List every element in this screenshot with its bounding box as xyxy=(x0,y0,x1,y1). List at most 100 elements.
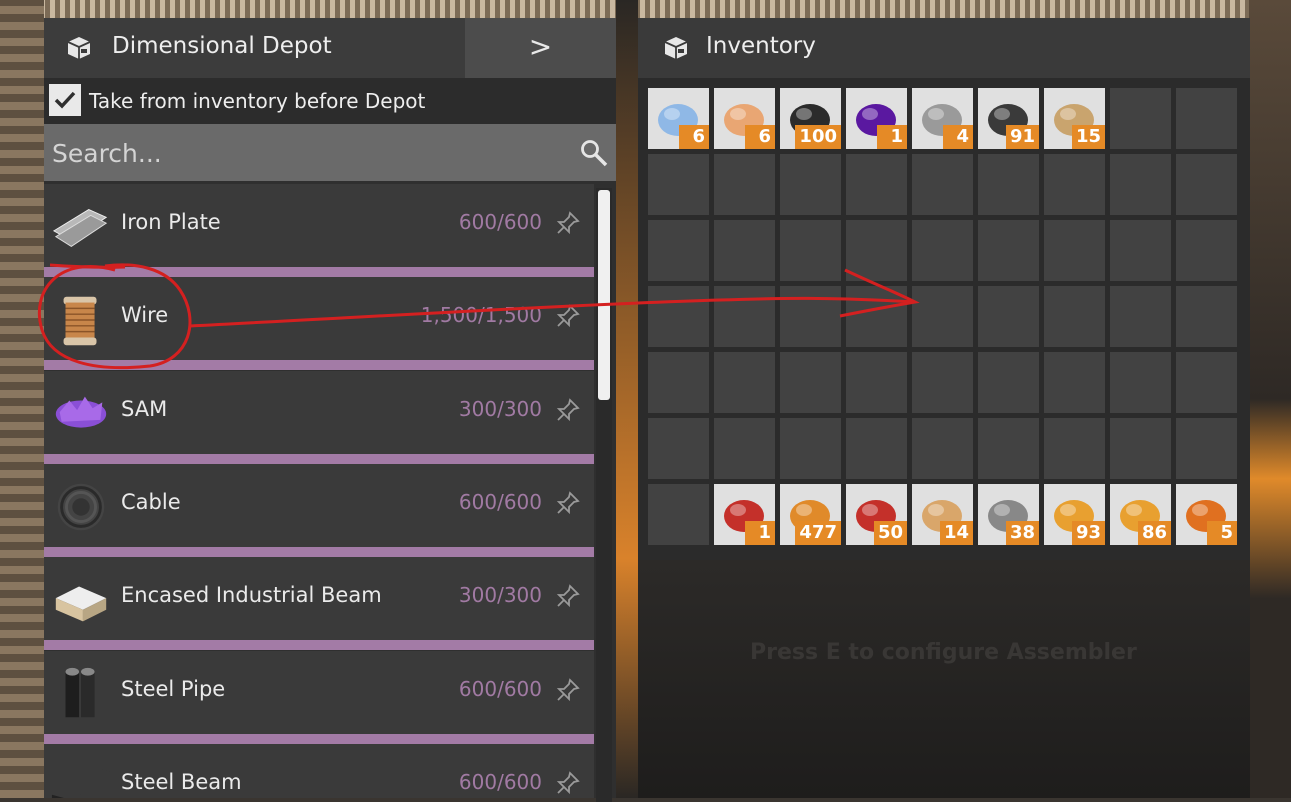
inventory-slot-empty[interactable] xyxy=(780,220,841,281)
inventory-slot-leaves[interactable]: 91 xyxy=(978,88,1039,149)
inventory-slot-empty[interactable] xyxy=(912,286,973,347)
inventory-slot-empty[interactable] xyxy=(648,418,709,479)
inventory-slot-empty[interactable] xyxy=(978,286,1039,347)
inventory-slot-empty[interactable] xyxy=(846,154,907,215)
depot-capacity-bar xyxy=(44,733,594,744)
background-machinery-right xyxy=(1249,0,1291,798)
inventory-slot-empty[interactable] xyxy=(846,352,907,413)
inventory-slot-wood[interactable]: 15 xyxy=(1044,88,1105,149)
pin-icon[interactable] xyxy=(556,211,580,235)
inventory-slot-empty[interactable] xyxy=(912,418,973,479)
depot-expand-button[interactable]: > xyxy=(465,18,616,78)
depot-item-name: Steel Beam xyxy=(121,769,242,794)
inventory-slot-empty[interactable] xyxy=(780,352,841,413)
inventory-slot-empty[interactable] xyxy=(648,484,709,545)
pin-icon[interactable] xyxy=(556,491,580,515)
inventory-slot-empty[interactable] xyxy=(648,220,709,281)
inventory-slot-empty[interactable] xyxy=(780,154,841,215)
pin-icon[interactable] xyxy=(556,397,580,422)
inventory-slot-empty[interactable] xyxy=(912,352,973,413)
inventory-slot-empty[interactable] xyxy=(1044,220,1105,281)
inventory-slot-empty[interactable] xyxy=(1044,154,1105,215)
depot-item-name: Iron Plate xyxy=(121,210,221,234)
pin-icon[interactable] xyxy=(556,304,580,328)
inventory-slot-empty[interactable] xyxy=(1110,418,1171,479)
inventory-slot-empty[interactable] xyxy=(1176,352,1237,413)
inventory-slot-empty[interactable] xyxy=(1044,286,1105,347)
inventory-slot-empty[interactable] xyxy=(912,154,973,215)
item-quantity-badge: 1 xyxy=(877,125,907,149)
pin-icon[interactable] xyxy=(556,584,580,608)
cube-box-icon xyxy=(664,37,688,59)
inventory-slot-quartz-crystal[interactable]: 6 xyxy=(648,88,709,149)
inventory-slot-empty[interactable] xyxy=(912,220,973,281)
depot-scrollbar-thumb[interactable] xyxy=(598,190,610,400)
take-from-inventory-option[interactable]: Take from inventory before Depot xyxy=(44,78,616,124)
inventory-slot-empty[interactable] xyxy=(1176,220,1237,281)
item-quantity-badge: 5 xyxy=(1207,521,1237,545)
inventory-slot-empty[interactable] xyxy=(714,220,775,281)
depot-row-wire[interactable]: Wire 1,500/1,500 xyxy=(44,277,594,371)
inventory-slot-empty[interactable] xyxy=(1110,286,1171,347)
inventory-slot-empty[interactable] xyxy=(780,286,841,347)
inventory-slot-empty[interactable] xyxy=(1044,352,1105,413)
item-quantity-badge: 100 xyxy=(795,125,841,149)
inventory-slot-empty[interactable] xyxy=(1176,154,1237,215)
inventory-slot-empty[interactable] xyxy=(1110,220,1171,281)
inventory-slot-raw-quartz[interactable]: 6 xyxy=(714,88,775,149)
pin-icon[interactable] xyxy=(556,677,580,702)
search-input[interactable] xyxy=(50,132,554,174)
inventory-slot-empty[interactable] xyxy=(978,154,1039,215)
inventory-slot-empty[interactable] xyxy=(1110,88,1171,149)
background-machinery-middle xyxy=(616,0,638,798)
inventory-slot-empty[interactable] xyxy=(978,418,1039,479)
inventory-slot-nobelisk[interactable]: 1 xyxy=(714,484,775,545)
inventory-slot-sam-ore[interactable]: 1 xyxy=(846,88,907,149)
inventory-slot-empty[interactable] xyxy=(1110,154,1171,215)
depot-row-steel-pipe[interactable]: Steel Pipe 600/600 xyxy=(44,650,594,744)
inventory-slot-vehicle[interactable]: 93 xyxy=(1044,484,1105,545)
inventory-slot-empty[interactable] xyxy=(1110,352,1171,413)
inventory-slot-miner[interactable]: 38 xyxy=(978,484,1039,545)
inventory-slot-empty[interactable] xyxy=(648,352,709,413)
depot-row-iron-plate[interactable]: Iron Plate 600/600 xyxy=(44,184,594,277)
inventory-slot-limestone[interactable]: 4 xyxy=(912,88,973,149)
item-quantity-badge: 6 xyxy=(745,125,775,149)
depot-row-encased-industrial-beam[interactable]: Encased Industrial Beam 300/300 xyxy=(44,557,594,651)
inventory-slot-empty[interactable] xyxy=(1044,418,1105,479)
inventory-slot-empty[interactable] xyxy=(714,352,775,413)
inventory-slot-empty[interactable] xyxy=(1176,286,1237,347)
inventory-slot-empty[interactable] xyxy=(978,220,1039,281)
item-quantity-badge: 6 xyxy=(679,125,709,149)
inventory-slot-empty[interactable] xyxy=(846,286,907,347)
configure-hint: Press E to configure Assembler xyxy=(750,640,1137,665)
take-from-inventory-checkbox[interactable] xyxy=(49,84,81,116)
inventory-slot-empty[interactable] xyxy=(648,286,709,347)
inventory-slot-empty[interactable] xyxy=(1176,88,1237,149)
inventory-slot-storage-container[interactable]: 14 xyxy=(912,484,973,545)
depot-item-name: Cable xyxy=(121,489,181,514)
inventory-slot-empty[interactable] xyxy=(648,154,709,215)
inventory-slot-empty[interactable] xyxy=(714,154,775,215)
inventory-slot-coal[interactable]: 100 xyxy=(780,88,841,149)
steel-beam-icon xyxy=(51,765,111,798)
depot-row-steel-beam[interactable]: Steel Beam 600/600 xyxy=(44,743,594,798)
inventory-slot-empty[interactable] xyxy=(846,220,907,281)
inventory-slot-empty[interactable] xyxy=(714,418,775,479)
inventory-slot-empty[interactable] xyxy=(780,418,841,479)
inventory-slot-empty[interactable] xyxy=(714,286,775,347)
inventory-slot-empty[interactable] xyxy=(1176,418,1237,479)
inventory-slot-explosive-rebar[interactable]: 50 xyxy=(846,484,907,545)
inventory-slot-empty[interactable] xyxy=(846,418,907,479)
depot-row-sam[interactable]: SAM 300/300 xyxy=(44,370,594,464)
inventory-slot-assembler[interactable]: 86 xyxy=(1110,484,1171,545)
pin-icon[interactable] xyxy=(556,771,580,795)
item-quantity-badge: 86 xyxy=(1137,521,1171,545)
inventory-slot-empty[interactable] xyxy=(978,352,1039,413)
search-icon[interactable] xyxy=(579,138,609,168)
depot-item-count: 1,500/1,500 xyxy=(420,303,542,328)
inventory-slot-battery[interactable]: 5 xyxy=(1176,484,1237,545)
depot-row-cable[interactable]: Cable 600/600 xyxy=(44,463,594,557)
inventory-slot-rifle-ammo[interactable]: 477 xyxy=(780,484,841,545)
item-quantity-badge: 1 xyxy=(745,521,775,545)
